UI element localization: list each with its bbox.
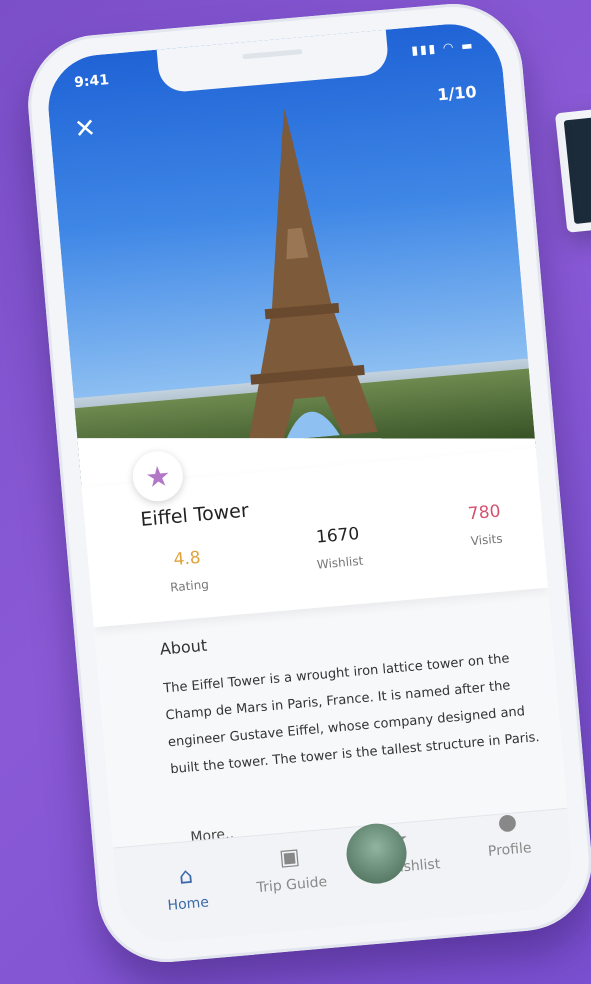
eiffel-tower-image <box>248 101 378 444</box>
photo-counter: 1/10 <box>436 82 478 105</box>
tab-profile-label: Profile <box>487 840 533 860</box>
home-icon: ⌂ <box>177 863 194 890</box>
status-time: 9:41 <box>73 72 110 91</box>
map-icon: ▣ <box>278 844 302 872</box>
close-icon[interactable]: ✕ <box>73 113 97 145</box>
tab-trip-guide[interactable]: ▣ Trip Guide <box>239 841 343 898</box>
scene: 9:41 ▮▮▮ ◠ ▬ ✕ 1/10 ★ Eiffel Tower 4.8 R… <box>0 0 591 984</box>
tab-profile[interactable]: ● Profile <box>456 806 560 863</box>
tab-home-label: Home <box>166 894 210 914</box>
tab-trip-guide-label: Trip Guide <box>256 874 328 897</box>
phone-frame: 9:41 ▮▮▮ ◠ ▬ ✕ 1/10 ★ Eiffel Tower 4.8 R… <box>22 0 591 968</box>
app-screen: 9:41 ▮▮▮ ◠ ▬ ✕ 1/10 ★ Eiffel Tower 4.8 R… <box>44 19 576 947</box>
background-card <box>554 107 591 233</box>
about-heading: About <box>159 635 208 659</box>
about-text: The Eiffel Tower is a wrought iron latti… <box>162 651 541 778</box>
tab-home[interactable]: ⌂ Home <box>135 860 239 917</box>
signal-wifi-battery-icon: ▮▮▮ ◠ ▬ <box>410 38 476 58</box>
